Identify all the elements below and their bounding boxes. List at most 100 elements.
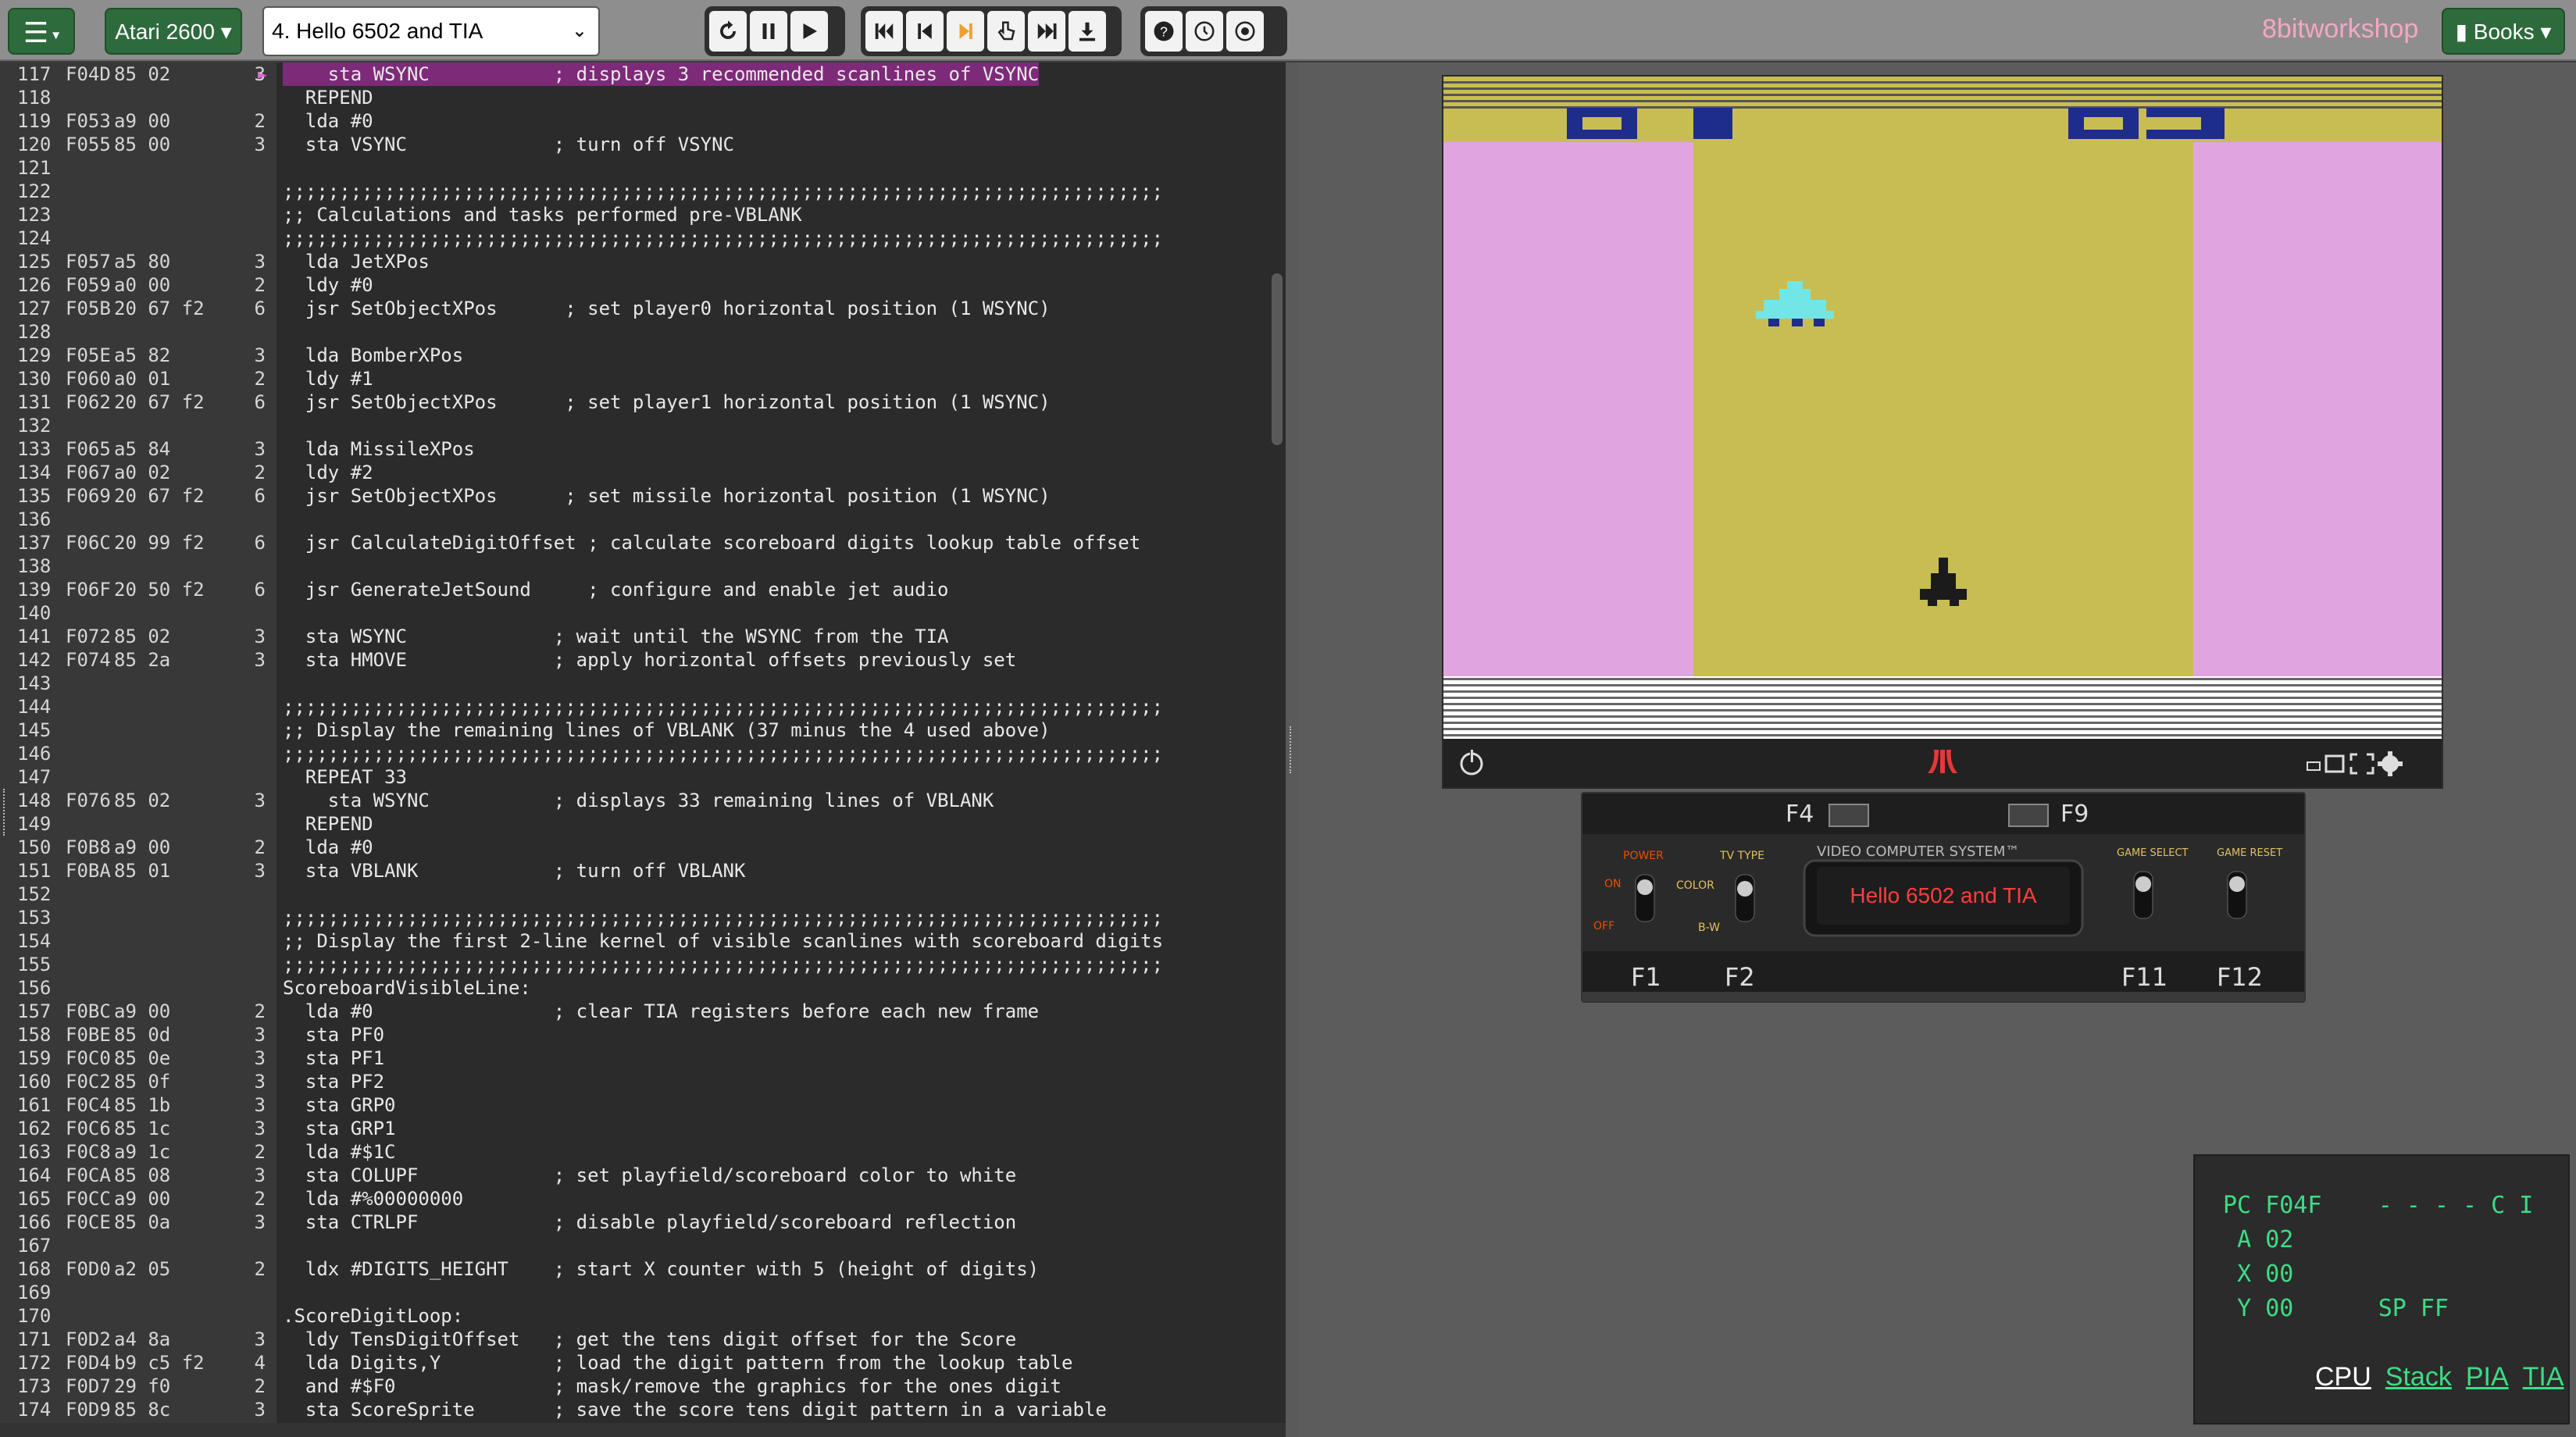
tab-pia[interactable]: PIA bbox=[2466, 1362, 2509, 1392]
code-line[interactable]: 149 REPEND bbox=[0, 812, 1281, 836]
platform-dropdown[interactable]: Atari 2600 ▾ bbox=[105, 8, 242, 55]
code-line[interactable]: 173 F0D7 29 f0 2 and #$F0 ; mask/remove the… bbox=[0, 1375, 1281, 1398]
record-button[interactable] bbox=[1226, 11, 1264, 52]
tab-stack[interactable]: Stack bbox=[2385, 1362, 2452, 1392]
scanline bbox=[1443, 709, 2442, 711]
code-line[interactable]: 117 F04D 85 02 3 ► sta WSYNC ; displays 3 re… bbox=[0, 62, 1281, 86]
tab-cpu[interactable]: CPU bbox=[2315, 1362, 2371, 1392]
code-line[interactable]: 174 F0D9 85 8c 3 sta ScoreSprite ; save the… bbox=[0, 1398, 1281, 1421]
code-editor[interactable]: 117 F04D 85 02 3 ► sta WSYNC ; displays 3 re… bbox=[0, 62, 1286, 1437]
books-button[interactable]: ▮ Books ▾ bbox=[2442, 8, 2565, 55]
file-select[interactable]: 4. Hello 6502 and TIA ⌄ bbox=[262, 6, 600, 56]
code-line[interactable]: 155;;;;;;;;;;;;;;;;;;;;;;;;;;;;;;;;;;;;;… bbox=[0, 953, 1281, 976]
code-line[interactable]: 132 bbox=[0, 414, 1281, 437]
code-line[interactable]: 166 F0CE 85 0a 3 sta CTRLPF ; disable playf… bbox=[0, 1211, 1281, 1234]
step-over-button[interactable] bbox=[1028, 11, 1065, 52]
code-line[interactable]: 168 F0D0 a2 05 2 ldx #DIGITS_HEIGHT ; start… bbox=[0, 1257, 1281, 1281]
code-line[interactable]: 159 F0C0 85 0e 3 sta PF1 bbox=[0, 1047, 1281, 1070]
line-number: 154 bbox=[17, 930, 52, 952]
code-line[interactable]: 126 F059 a0 00 2 ldy #0 bbox=[0, 273, 1281, 297]
download-button[interactable] bbox=[1069, 11, 1106, 52]
code-line[interactable]: 172 F0D4 b9 c5 f2 4 lda Digits,Y ; load the… bbox=[0, 1351, 1281, 1375]
code-line[interactable]: 131 F062 20 67 f2 6 jsr SetObjectXPos ; set… bbox=[0, 390, 1281, 414]
code-line[interactable]: 143 bbox=[0, 672, 1281, 695]
code-line[interactable]: 134 F067 a0 02 2 ldy #2 bbox=[0, 461, 1281, 484]
line-number: 171 bbox=[17, 1328, 52, 1350]
step-back-button[interactable] bbox=[906, 11, 944, 52]
main-menu-button[interactable]: ☰ ▾ bbox=[8, 8, 75, 55]
code-line[interactable]: 148 F076 85 02 3 sta WSYNC ; displays 33 re… bbox=[0, 789, 1281, 812]
code-line[interactable]: 144;;;;;;;;;;;;;;;;;;;;;;;;;;;;;;;;;;;;;… bbox=[0, 695, 1281, 718]
code-line[interactable]: 128 bbox=[0, 320, 1281, 344]
emulator-screen[interactable] bbox=[1442, 75, 2443, 789]
code-line[interactable]: 151 F0BA 85 01 3 sta VBLANK ; turn off VBLA… bbox=[0, 859, 1281, 883]
code-line[interactable]: 129 F05E a5 82 3 lda BomberXPos bbox=[0, 344, 1281, 367]
code-line[interactable]: 127 F05B 20 67 f2 6 jsr SetObjectXPos ; set… bbox=[0, 297, 1281, 320]
code-line[interactable]: 146;;;;;;;;;;;;;;;;;;;;;;;;;;;;;;;;;;;;;… bbox=[0, 742, 1281, 765]
pause-button[interactable] bbox=[750, 11, 787, 52]
code-line[interactable]: 170 .ScoreDigitLoop: bbox=[0, 1304, 1281, 1328]
code-line[interactable]: 137 F06C 20 99 f2 6 jsr CalculateDigitOffse… bbox=[0, 531, 1281, 554]
code-line[interactable]: 163 F0C8 a9 1c 2 lda #$1C bbox=[0, 1140, 1281, 1164]
source-text: sta WSYNC ; wait until the WSYNC from th… bbox=[283, 626, 949, 647]
pane-splitter[interactable] bbox=[1286, 62, 1298, 1437]
power-label: POWER bbox=[1623, 850, 1664, 862]
resize-grip bbox=[1290, 726, 1294, 773]
code-line[interactable]: 154 ;; Display the first 2-line kernel of… bbox=[0, 929, 1281, 953]
line-gutter: 135 F069 20 67 f2 6 bbox=[17, 484, 266, 508]
code-line[interactable]: 167 bbox=[0, 1234, 1281, 1257]
code-line[interactable]: 150 F0B8 a9 00 2 lda #0 bbox=[0, 836, 1281, 859]
tab-tia[interactable]: TIA bbox=[2523, 1362, 2564, 1392]
play-button[interactable] bbox=[790, 11, 828, 52]
code-line[interactable]: 119 F053 a9 00 2 lda #0 bbox=[0, 109, 1281, 133]
code-line[interactable]: 157 F0BC a9 00 2 lda #0 ; clear TIA registe… bbox=[0, 1000, 1281, 1023]
code-line[interactable]: 171 F0D2 a4 8a 3 ldy TensDigitOffset ; get … bbox=[0, 1328, 1281, 1351]
code-line[interactable]: 124;;;;;;;;;;;;;;;;;;;;;;;;;;;;;;;;;;;;;… bbox=[0, 226, 1281, 250]
code-line[interactable]: 152 bbox=[0, 883, 1281, 906]
code-line[interactable]: 123 ;; Calculations and tasks performed p… bbox=[0, 203, 1281, 226]
code-line[interactable]: 140 bbox=[0, 601, 1281, 625]
code-line[interactable]: 130 F060 a0 01 2 ldy #1 bbox=[0, 367, 1281, 390]
f4-switch[interactable] bbox=[1829, 804, 1869, 827]
code-line[interactable]: 161 F0C4 85 1b 3 sta GRP0 bbox=[0, 1093, 1281, 1117]
restart-button[interactable] bbox=[865, 11, 903, 52]
source-text: sta WSYNC ; displays 33 remaining lines … bbox=[283, 790, 994, 811]
code-line[interactable]: 125 F057 a5 80 3 lda JetXPos bbox=[0, 250, 1281, 273]
code-line[interactable]: 169 bbox=[0, 1281, 1281, 1304]
code-line[interactable]: 162 F0C6 85 1c 3 sta GRP1 bbox=[0, 1117, 1281, 1140]
code-line[interactable]: 122;;;;;;;;;;;;;;;;;;;;;;;;;;;;;;;;;;;;;… bbox=[0, 180, 1281, 203]
code-line[interactable]: 135 F069 20 67 f2 6 jsr SetObjectXPos ; set… bbox=[0, 484, 1281, 508]
vertical-scrollbar[interactable] bbox=[1272, 273, 1283, 445]
code-line[interactable]: 142 F074 85 2a 3 sta HMOVE ; apply horizont… bbox=[0, 648, 1281, 672]
code-line[interactable]: 118 REPEND bbox=[0, 86, 1281, 109]
step-to-line-button[interactable] bbox=[987, 11, 1025, 52]
code-line[interactable]: 156 ScoreboardVisibleLine: bbox=[0, 976, 1281, 1000]
code-line[interactable]: 121 bbox=[0, 156, 1281, 180]
code-line[interactable]: 138 bbox=[0, 554, 1281, 578]
line-gutter: 143 bbox=[17, 672, 266, 695]
code-line[interactable]: 120 F055 85 00 3 sta VSYNC ; turn off VSYNC bbox=[0, 133, 1281, 156]
brand-name[interactable]: 8bitworkshop bbox=[2262, 14, 2418, 45]
code-line[interactable]: 145 ;; Display the remaining lines of VBL… bbox=[0, 718, 1281, 742]
horizontal-scrollbar[interactable] bbox=[0, 1423, 1286, 1437]
resize-grip[interactable] bbox=[3, 789, 8, 836]
line-bytes: a0 01 bbox=[114, 368, 171, 390]
code-line[interactable]: 164 F0CA 85 08 3 sta COLUPF ; set playfield… bbox=[0, 1164, 1281, 1187]
help-button[interactable]: ? bbox=[1145, 11, 1183, 52]
code-line[interactable]: 153;;;;;;;;;;;;;;;;;;;;;;;;;;;;;;;;;;;;;… bbox=[0, 906, 1281, 929]
code-line[interactable]: 139 F06F 20 50 f2 6 jsr GenerateJetSound ; … bbox=[0, 578, 1281, 601]
code-line[interactable]: 147 REPEAT 33 bbox=[0, 765, 1281, 789]
code-line[interactable]: 136 bbox=[0, 508, 1281, 531]
line-address: F076 bbox=[66, 790, 111, 811]
cpu-debug-panel: PC F04F - - - - C I A 02 X 00 Y 00 SP FF… bbox=[2193, 1154, 2570, 1425]
code-line[interactable]: 160 F0C2 85 0f 3 sta PF2 bbox=[0, 1070, 1281, 1093]
reset-button[interactable] bbox=[709, 11, 747, 52]
key-f4-label: F4 bbox=[1786, 801, 1814, 828]
code-line[interactable]: 141 F072 85 02 3 sta WSYNC ; wait until the… bbox=[0, 625, 1281, 648]
single-step-button[interactable] bbox=[947, 11, 984, 52]
f9-switch[interactable] bbox=[2008, 804, 2049, 827]
code-line[interactable]: 165 F0CC a9 00 2 lda #%00000000 bbox=[0, 1187, 1281, 1211]
timing-button[interactable] bbox=[1186, 11, 1223, 52]
code-line[interactable]: 158 F0BE 85 0d 3 sta PF0 bbox=[0, 1023, 1281, 1047]
code-line[interactable]: 133 F065 a5 84 3 lda MissileXPos bbox=[0, 437, 1281, 461]
